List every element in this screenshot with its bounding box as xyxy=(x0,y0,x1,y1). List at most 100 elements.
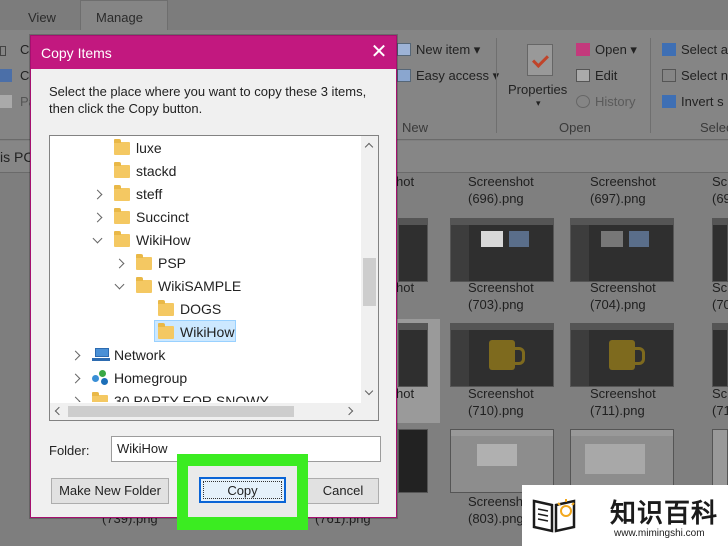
edit-button[interactable]: Edit xyxy=(576,68,617,83)
file-thumbnail[interactable] xyxy=(450,323,554,387)
folder-icon xyxy=(136,254,152,270)
expand-chevron-icon[interactable] xyxy=(70,396,81,402)
invert-selection-button[interactable]: Invert s xyxy=(662,94,724,109)
file-thumbnail[interactable] xyxy=(570,323,674,387)
new-item-icon xyxy=(397,43,411,56)
file-label[interactable]: Scr(69 xyxy=(712,173,728,207)
paste-icon xyxy=(0,95,12,108)
tree-item-wikisample[interactable]: WikiSAMPLE xyxy=(50,275,360,297)
navigation-pane[interactable] xyxy=(0,173,30,546)
cancel-button[interactable]: Cancel xyxy=(307,478,379,504)
file-thumbnail[interactable] xyxy=(570,218,674,282)
copy-button[interactable]: Copy xyxy=(199,477,286,503)
file-thumbnail[interactable] xyxy=(712,218,728,282)
ribbon-separator xyxy=(650,38,651,133)
file-thumbnail[interactable] xyxy=(450,429,554,493)
file-thumbnail[interactable] xyxy=(398,218,428,282)
network-icon xyxy=(92,348,110,362)
new-item-button[interactable]: New item ▾ xyxy=(397,42,480,58)
properties-dropdown-icon[interactable]: ▾ xyxy=(536,98,541,109)
collapse-chevron-icon[interactable] xyxy=(114,279,125,290)
file-label[interactable]: Scr(70 xyxy=(712,279,728,313)
copy-items-dialog: Copy Items ✕ Select the place where you … xyxy=(30,35,397,518)
select-all-button[interactable]: Select a xyxy=(662,42,728,57)
copy-icon xyxy=(0,69,12,82)
scroll-down-arrow-icon[interactable] xyxy=(364,386,374,396)
tab-manage[interactable]: Manage xyxy=(96,10,143,25)
open-group-label: Open xyxy=(559,120,591,135)
horizontal-scroll-thumb[interactable] xyxy=(68,406,294,417)
easy-access-icon xyxy=(397,69,411,82)
expand-chevron-icon[interactable] xyxy=(92,212,103,223)
scroll-right-arrow-icon[interactable] xyxy=(344,406,354,416)
scroll-up-arrow-icon[interactable] xyxy=(364,142,374,152)
tree-item-luxe[interactable]: luxe xyxy=(50,137,360,159)
history-icon xyxy=(576,95,590,108)
collapse-chevron-icon[interactable] xyxy=(92,233,103,244)
file-label[interactable]: Screenshot (703).png xyxy=(468,279,534,313)
homegroup-icon xyxy=(92,370,110,386)
expand-chevron-icon[interactable] xyxy=(70,350,81,361)
expand-chevron-icon[interactable] xyxy=(70,373,81,384)
tree-vertical-scrollbar[interactable] xyxy=(361,136,378,403)
book-lightbulb-icon xyxy=(532,499,576,533)
close-icon: ✕ xyxy=(370,41,388,63)
tree-item-wikihow-selected[interactable]: WikiHow xyxy=(50,321,360,343)
file-label[interactable]: Screenshot (704).png xyxy=(590,279,656,313)
edit-icon xyxy=(576,69,590,82)
file-thumbnail[interactable] xyxy=(712,323,728,387)
tree-item-homegroup[interactable]: Homegroup xyxy=(50,367,360,389)
file-label[interactable]: hot xyxy=(396,279,414,296)
folder-tree[interactable]: luxe stackd steff Succinct WikiHow PSP W… xyxy=(49,135,379,421)
folder-icon xyxy=(114,162,130,178)
tree-item-succinct[interactable]: Succinct xyxy=(50,206,360,228)
mug-image xyxy=(609,340,645,370)
tree-item-psp[interactable]: PSP xyxy=(50,252,360,274)
file-thumbnail[interactable] xyxy=(398,323,428,387)
history-button[interactable]: History xyxy=(576,94,635,109)
file-label[interactable]: Scr(71 xyxy=(712,385,728,419)
file-label[interactable]: Screenshot (710).png xyxy=(468,385,534,419)
open-button[interactable]: Open ▾ xyxy=(576,42,637,58)
tree-item-wikihow[interactable]: WikiHow xyxy=(50,229,360,251)
vertical-scroll-thumb[interactable] xyxy=(363,258,376,306)
properties-button[interactable]: Properties xyxy=(508,82,567,97)
folder-icon xyxy=(114,185,130,201)
tree-item-steff[interactable]: steff xyxy=(50,183,360,205)
properties-icon xyxy=(527,44,553,76)
expand-chevron-icon[interactable] xyxy=(92,189,103,200)
file-thumbnail[interactable] xyxy=(450,218,554,282)
dialog-title-bar[interactable]: Copy Items ✕ xyxy=(31,36,396,69)
expand-chevron-icon[interactable] xyxy=(114,258,125,269)
select-none-icon xyxy=(662,69,676,82)
folder-field-label: Folder: xyxy=(49,443,90,458)
easy-access-button[interactable]: Easy access ▾ xyxy=(397,68,499,84)
file-label[interactable]: Screensh (803).png xyxy=(468,493,524,527)
scroll-left-arrow-icon[interactable] xyxy=(54,406,64,416)
tree-item-network[interactable]: Network xyxy=(50,344,360,366)
tree-horizontal-scrollbar[interactable] xyxy=(50,403,361,420)
mug-image xyxy=(489,340,525,370)
make-new-folder-button[interactable]: Make New Folder xyxy=(51,478,169,504)
ribbon-separator xyxy=(496,38,497,133)
file-label[interactable]: Screenshot (696).png xyxy=(468,173,534,207)
tree-item-30-party[interactable]: 30 PARTY FOR SNOWY xyxy=(50,390,360,402)
close-button[interactable]: ✕ xyxy=(362,36,396,69)
file-label[interactable]: hot xyxy=(396,385,414,402)
file-label[interactable]: hot xyxy=(396,173,414,190)
file-thumbnail[interactable] xyxy=(398,429,428,493)
dialog-title: Copy Items xyxy=(41,45,112,61)
watermark-logo: 知识百科 www.mimingshi.com xyxy=(522,485,728,546)
tree-item-dogs[interactable]: DOGS xyxy=(50,298,360,320)
folder-icon xyxy=(92,392,108,402)
file-label[interactable]: Screenshot (697).png xyxy=(590,173,656,207)
tree-item-stackd[interactable]: stackd xyxy=(50,160,360,182)
select-none-button[interactable]: Select n xyxy=(662,68,728,83)
ribbon-tab-bar: View Manage xyxy=(0,0,728,31)
invert-selection-icon xyxy=(662,95,676,108)
folder-icon xyxy=(158,323,174,339)
file-thumbnail[interactable] xyxy=(712,429,728,493)
file-thumbnail[interactable] xyxy=(570,429,674,493)
file-label[interactable]: Screenshot (711).png xyxy=(590,385,656,419)
tab-view[interactable]: View xyxy=(28,10,56,25)
